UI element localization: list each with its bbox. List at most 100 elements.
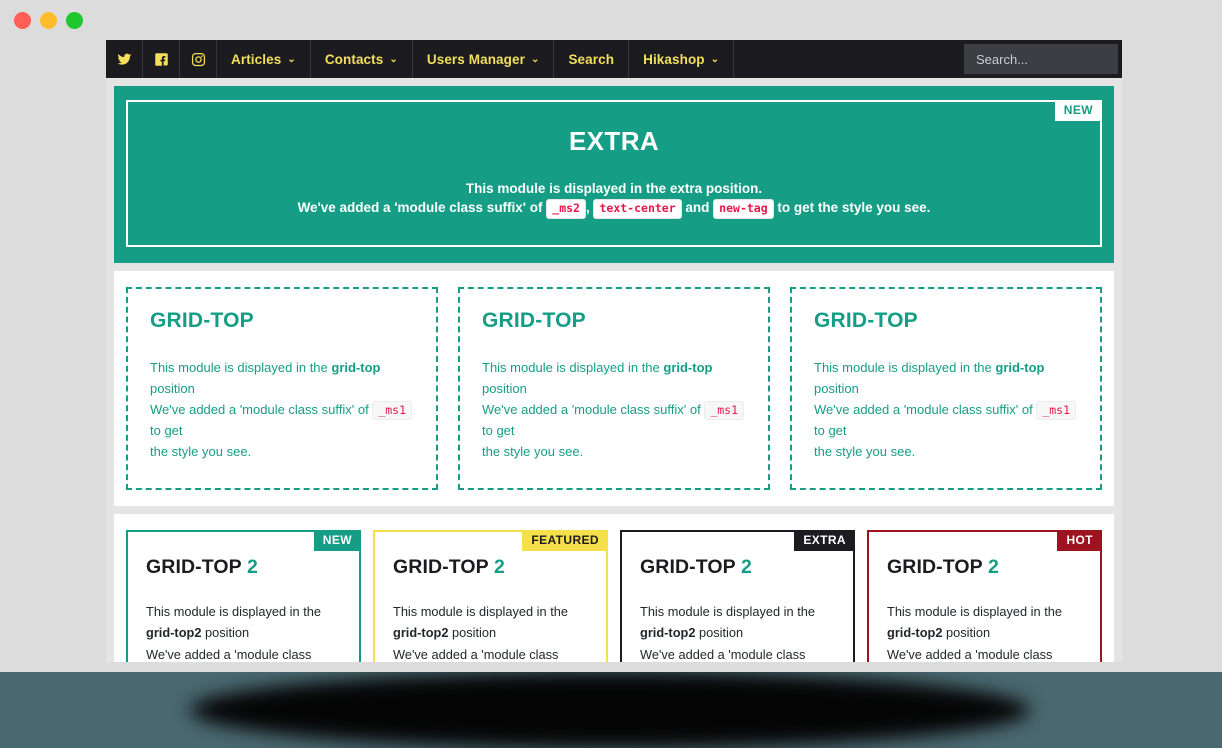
text-emphasis: grid-top2 [146,625,202,641]
text-fragment: This module is displayed in the [887,604,1062,620]
grid-top2-module-hot: HOT GRID-TOP 2 This module is displayed … [867,530,1102,662]
extra-module-line-1: This module is displayed in the extra po… [144,179,1084,198]
text-fragment: to get the style you see. [773,200,931,216]
search-input[interactable]: Search... [964,44,1118,74]
status-badge: NEW [313,530,361,552]
text-fragment: We've added a 'module class suffix' [393,646,559,662]
navbar-menu: Articles ⌄ Contacts ⌄ Users Manager ⌄ Se… [217,40,735,78]
text-fragment: We've added a 'module class suffix' of [814,401,1037,417]
window-minimize-button[interactable] [40,11,57,29]
chevron-down-icon: ⌄ [530,53,540,65]
nav-item-contacts[interactable]: Contacts ⌄ [311,40,413,78]
text-fragment: We've added a 'module class suffix' of [297,200,547,216]
browser-titlebar [0,0,1222,40]
text-fragment: to get [150,423,183,438]
text-fragment: the style you see. [482,444,584,460]
nav-item-users-manager[interactable]: Users Manager ⌄ [413,40,555,78]
extra-module-line-2: We've added a 'module class suffix' of _… [144,198,1084,219]
grid-top2-module-featured: FEATURED GRID-TOP 2 This module is displ… [373,530,608,662]
text-fragment: position [482,380,527,396]
extra-module-title: EXTRA [568,126,660,156]
title-number: 2 [246,556,258,579]
class-suffix-tag: _ms2 [546,199,586,219]
status-badge: EXTRA [794,530,855,552]
text-emphasis: grid-top [331,359,381,375]
title-number: 2 [987,556,999,579]
title-text: GRID-TOP [393,556,489,579]
text-fragment: position [942,625,991,641]
text-fragment: We've added a 'module class suffix' [887,646,1053,662]
chevron-down-icon: ⌄ [287,53,296,65]
extra-module: NEW EXTRA This module is displayed in th… [114,86,1114,263]
grid-top2-row: NEW GRID-TOP 2 This module is displayed … [126,530,1102,662]
text-fragment: We've added a 'module class suffix' [146,646,312,662]
text-emphasis: grid-top2 [393,625,449,641]
grid-top-section: GRID-TOP This module is displayed in the… [114,270,1114,507]
text-fragment: We've added a 'module class suffix' [640,646,806,662]
nav-item-articles[interactable]: Articles ⌄ [217,40,311,78]
grid-top-module-2: GRID-TOP This module is displayed in the… [458,286,770,491]
class-suffix-tag: text-center [593,199,682,219]
grid-top-text: This module is displayed in the grid-top… [814,357,1078,463]
grid-top2-module-new: NEW GRID-TOP 2 This module is displayed … [126,530,361,662]
browser-window: Articles ⌄ Contacts ⌄ Users Manager ⌄ Se… [0,0,1222,672]
grid-top-title: GRID-TOP [482,308,586,332]
grid-top-title: GRID-TOP [150,308,254,332]
text-fragment: position [814,380,859,396]
facebook-icon[interactable] [143,40,180,78]
extra-section: NEW EXTRA This module is displayed in th… [106,78,1122,263]
text-emphasis: grid-top [995,359,1045,375]
window-maximize-button[interactable] [66,11,83,29]
text-fragment: position [448,625,497,641]
chevron-down-icon: ⌄ [710,53,720,65]
status-badge: HOT [1057,530,1102,552]
status-badge: FEATURED [522,530,608,552]
text-emphasis: extra [669,181,703,196]
class-suffix-tag: _ms1 [704,400,745,420]
text-fragment: This module is displayed in the [465,181,670,196]
title-number: 2 [493,556,505,579]
text-emphasis: grid-top [663,359,713,375]
text-fragment: the style you see. [814,444,916,460]
grid-top2-title: GRID-TOP 2 [393,556,588,579]
text-fragment: to get [482,423,515,438]
nav-item-label: Articles [231,51,282,67]
grid-top-row: GRID-TOP This module is displayed in the… [126,286,1102,491]
grid-top2-text: This module is displayed in the grid-top… [640,601,835,662]
grid-top2-title: GRID-TOP 2 [887,556,1082,579]
text-fragment: position [150,380,195,396]
grid-top2-text: This module is displayed in the grid-top… [887,601,1082,662]
nav-item-label: Hikashop [643,51,705,67]
text-fragment: position. [702,181,763,196]
text-fragment: position [695,625,744,641]
window-close-button[interactable] [14,11,31,29]
grid-top2-text: This module is displayed in the grid-top… [146,601,341,662]
nav-item-label: Contacts [324,51,384,67]
class-suffix-tag: _ms1 [372,400,413,420]
title-number: 2 [740,556,752,579]
text-fragment: , [585,200,594,216]
text-fragment: to get [814,423,847,438]
grid-top2-title: GRID-TOP 2 [640,556,835,579]
nav-item-label: Search [568,51,615,67]
browser-viewport: Articles ⌄ Contacts ⌄ Users Manager ⌄ Se… [106,40,1122,662]
navbar-spacer [734,40,964,78]
grid-top2-title: GRID-TOP 2 [146,556,341,579]
nav-item-label: Users Manager [426,51,525,67]
nav-item-hikashop[interactable]: Hikashop ⌄ [629,40,735,78]
grid-top-text: This module is displayed in the grid-top… [482,357,746,463]
twitter-icon[interactable] [106,40,143,78]
instagram-icon[interactable] [180,40,217,78]
site-navbar: Articles ⌄ Contacts ⌄ Users Manager ⌄ Se… [106,40,1122,78]
text-fragment: This module is displayed in the [150,359,332,375]
nav-item-search[interactable]: Search [554,40,630,78]
grid-top-text: This module is displayed in the grid-top… [150,357,414,463]
text-fragment: and [681,200,714,216]
text-fragment: We've added a 'module class suffix' of [150,401,373,417]
class-suffix-tag: new-tag [713,199,774,219]
status-badge: NEW [1054,100,1102,121]
title-text: GRID-TOP [146,556,242,579]
grid-top2-text: This module is displayed in the grid-top… [393,601,588,662]
text-fragment: This module is displayed in the [640,604,815,620]
grid-top2-section: NEW GRID-TOP 2 This module is displayed … [114,514,1114,662]
